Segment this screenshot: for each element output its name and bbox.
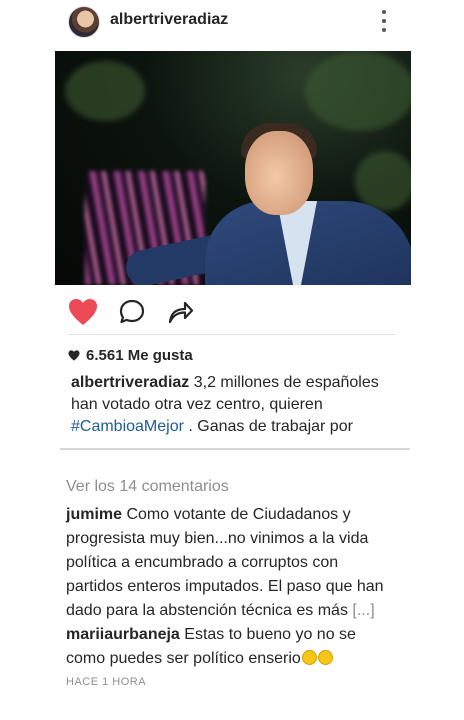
likes-text: 6.561 Me gusta: [86, 347, 193, 364]
post-photo[interactable]: [55, 51, 411, 285]
avatar[interactable]: [68, 6, 100, 38]
likes-count[interactable]: 6.561 Me gusta: [68, 347, 193, 364]
comment-list: jumime Como votante de Ciudadanos y prog…: [66, 503, 396, 671]
caption-fold: [60, 448, 410, 450]
post-timestamp: HACE 1 HORA: [66, 676, 147, 688]
divider: [68, 334, 396, 335]
comment-icon[interactable]: [118, 298, 146, 326]
heart-icon[interactable]: [68, 298, 98, 326]
post-caption: albertriveradiaz 3,2 millones de español…: [71, 372, 401, 448]
post-header: albertriveradiaz: [0, 0, 464, 44]
comment-username[interactable]: mariiaurbaneja: [66, 626, 180, 643]
post-actions: [68, 297, 194, 327]
small-heart-icon: [68, 350, 80, 361]
more-options-icon[interactable]: [376, 8, 392, 34]
comment-item: jumime Como votante de Ciudadanos y prog…: [66, 503, 396, 623]
caption-username[interactable]: albertriveradiaz: [71, 374, 189, 391]
comment-more-link[interactable]: [...]: [352, 602, 374, 619]
post-username[interactable]: albertriveradiaz: [110, 11, 228, 29]
view-all-comments-link[interactable]: Ver los 14 comentarios: [66, 478, 229, 496]
comment-username[interactable]: jumime: [66, 506, 122, 523]
grinning-emoji-icon: [301, 650, 317, 665]
comment-item: mariiaurbaneja Estas to bueno yo no se c…: [66, 623, 396, 671]
hashtag-link[interactable]: #CambioaMejor: [71, 418, 184, 435]
heart-eyes-emoji-icon: [317, 650, 333, 665]
share-icon[interactable]: [166, 298, 194, 326]
caption-text-b: . Ganas de trabajar por: [183, 418, 353, 435]
